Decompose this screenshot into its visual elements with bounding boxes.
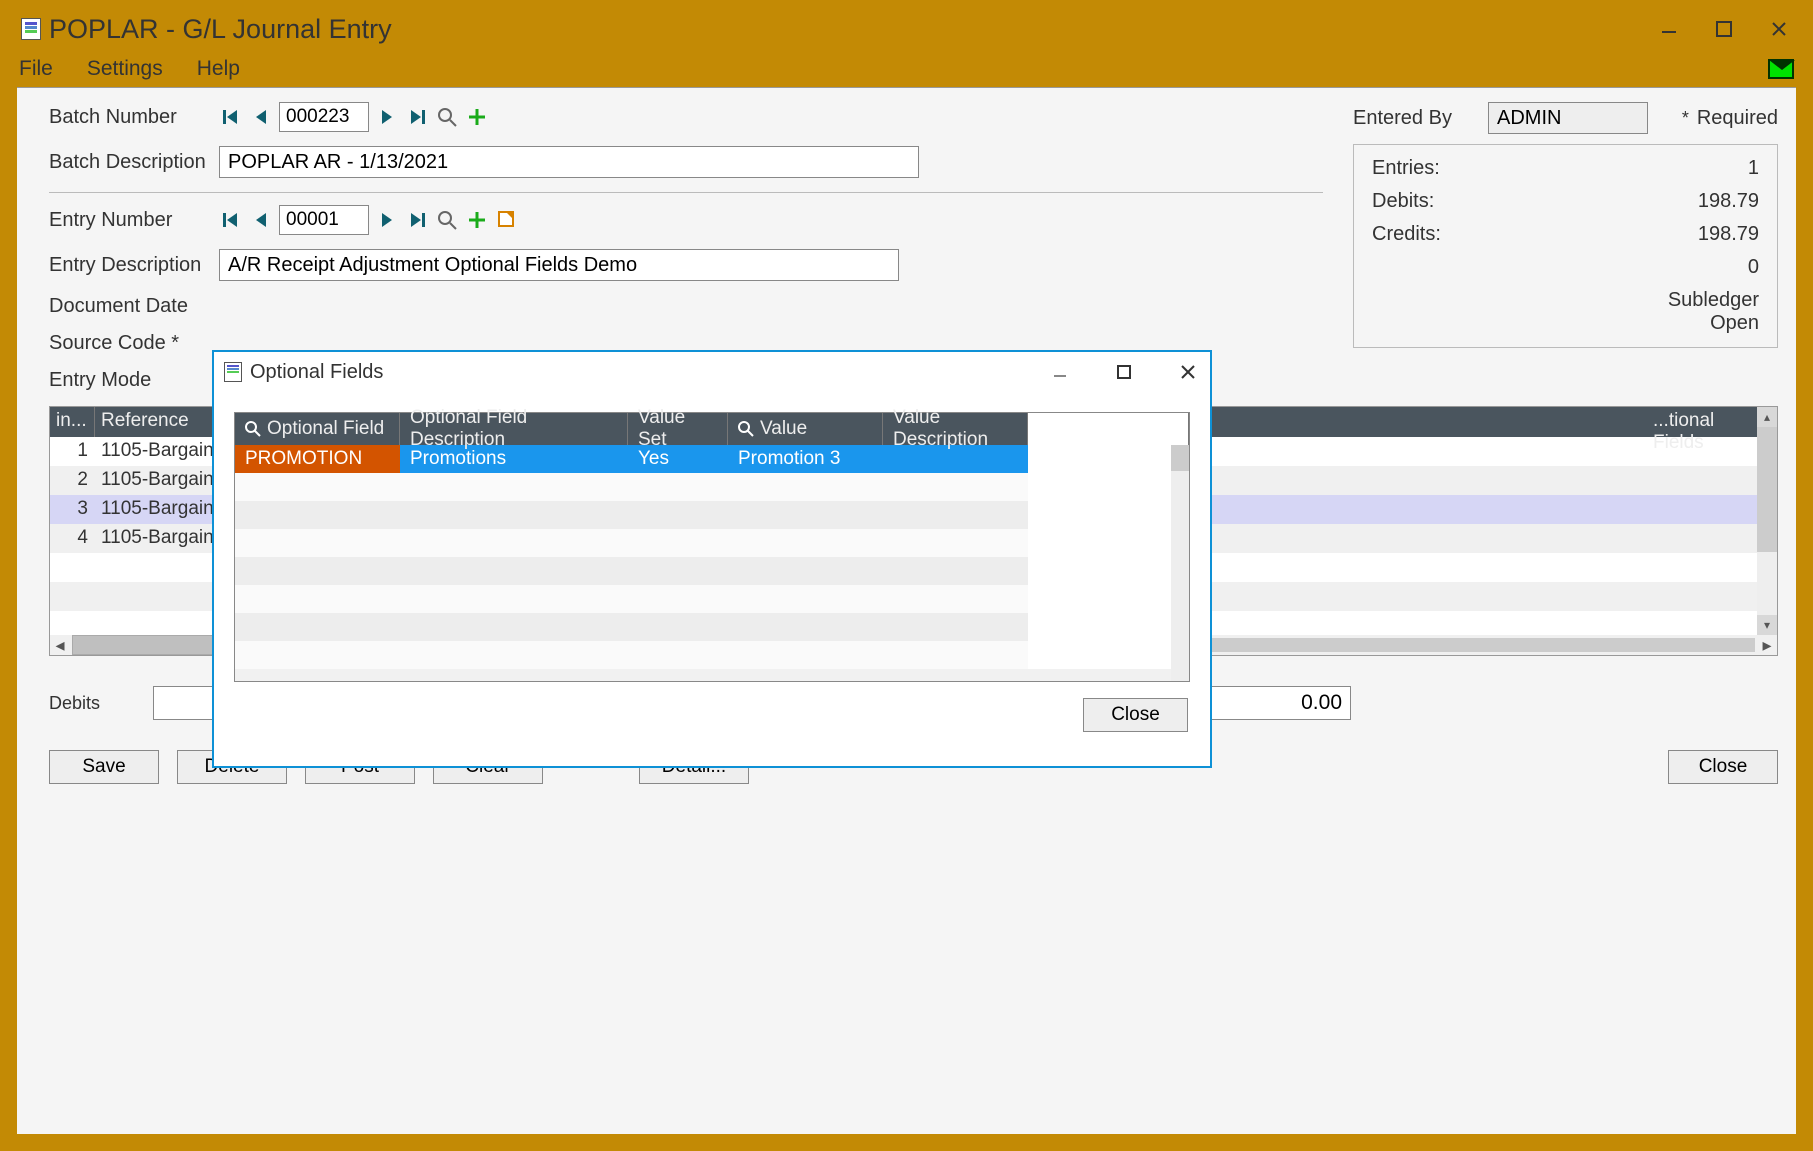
source-code-label: Source Code * [49,332,219,355]
dialog-vertical-scrollbar[interactable] [1171,445,1189,681]
prev-record-icon[interactable] [249,105,273,129]
first-entry-icon[interactable] [219,208,243,232]
summary-debits-value: 198.79 [1698,190,1759,213]
entry-mode-label: Entry Mode [49,369,219,392]
summary-open-label: Open [1372,312,1759,335]
content-panel: Batch Number Batch Description [17,87,1796,1134]
entry-description-input[interactable] [219,249,899,281]
row-index: 1 [50,437,95,466]
col-optional-field[interactable]: Optional Field [235,413,400,445]
dialog-close-x-button[interactable] [1176,360,1200,384]
summary-entries-value: 1 [1748,157,1759,180]
batch-description-input[interactable] [219,146,919,178]
document-date-label: Document Date [49,295,219,318]
row-index: 2 [50,466,95,495]
menu-help[interactable]: Help [197,57,240,81]
zoom-icon[interactable] [495,208,519,232]
totals-debits-label: Debits [49,693,139,714]
next-record-icon[interactable] [375,105,399,129]
batch-description-label: Batch Description [49,151,219,174]
menu-file[interactable]: File [19,57,53,81]
first-record-icon[interactable] [219,105,243,129]
scroll-up-icon[interactable]: ▴ [1757,407,1777,427]
cell-value-desc [883,445,1028,473]
mail-icon[interactable] [1768,59,1794,79]
search-icon[interactable] [245,421,261,437]
entered-by-label: Entered By [1353,107,1488,130]
scroll-thumb[interactable] [1757,427,1777,552]
optional-field-row[interactable]: PROMOTION Promotions Yes Promotion 3 [235,445,1189,473]
dialog-maximize-button[interactable] [1112,360,1136,384]
new-entry-icon[interactable] [465,208,489,232]
col-value[interactable]: Value [728,413,883,445]
optional-field-row[interactable] [235,501,1189,529]
save-button[interactable]: Save [49,750,159,784]
search-icon[interactable] [738,421,754,437]
entered-by-input [1488,102,1648,134]
next-entry-icon[interactable] [375,208,399,232]
dialog-minimize-button[interactable] [1048,360,1072,384]
entry-number-label: Entry Number [49,209,219,232]
minimize-button[interactable] [1641,7,1696,51]
scroll-thumb[interactable] [1171,445,1189,471]
col-value-set[interactable]: Value Set [628,413,728,445]
scroll-left-icon[interactable]: ◂ [50,635,70,656]
maximize-button[interactable] [1696,7,1751,51]
cell-optional-field-desc: Promotions [400,445,628,473]
summary-outstanding-value: 0 [1748,256,1759,279]
close-button[interactable]: Close [1668,750,1778,784]
dialog-title: Optional Fields [250,361,383,384]
last-record-icon[interactable] [405,105,429,129]
col-blank [1028,413,1189,445]
row-index: 4 [50,524,95,553]
menu-settings[interactable]: Settings [87,57,163,81]
window-title: POPLAR - G/L Journal Entry [49,14,392,45]
cell-blank [1028,445,1189,473]
batch-number-label: Batch Number [49,106,219,129]
batch-number-input[interactable] [279,102,369,132]
summary-entries-label: Entries: [1372,157,1440,180]
cell-optional-field: PROMOTION [235,445,400,473]
titlebar: POPLAR - G/L Journal Entry [7,7,1806,51]
window-close-button[interactable] [1751,7,1806,51]
summary-debits-label: Debits: [1372,190,1434,213]
optional-field-row[interactable] [235,473,1189,501]
summary-panel: Entries: 1 Debits: 198.79 Credits: 198.79 0… [1353,144,1778,348]
cell-value: Promotion 3 [728,445,883,473]
summary-credits-label: Credits: [1372,223,1441,246]
optional-fields-dialog: Optional Fields Optional Field Optional … [212,350,1212,768]
col-optional-field-desc[interactable]: Optional Field Description [400,413,628,445]
dialog-close-button[interactable]: Close [1083,698,1188,732]
optional-field-row[interactable] [235,641,1189,669]
separator [49,192,1323,193]
last-entry-icon[interactable] [405,208,429,232]
summary-credits-value: 198.79 [1698,223,1759,246]
optional-field-row[interactable] [235,613,1189,641]
dialog-icon [224,362,242,382]
vertical-scrollbar[interactable]: ▴ ▾ [1757,407,1777,635]
scroll-down-icon[interactable]: ▾ [1757,615,1777,635]
new-batch-icon[interactable] [465,105,489,129]
cell-value-set: Yes [628,445,728,473]
menubar: File Settings Help [7,51,1806,87]
entry-description-label: Entry Description [49,254,219,277]
required-indicator: Required [1682,107,1778,130]
summary-subledger-label: Subledger [1372,289,1759,312]
scroll-right-icon[interactable]: ▸ [1757,635,1777,656]
app-icon [21,18,41,40]
optional-field-row[interactable] [235,557,1189,585]
col-index[interactable]: in... [50,407,95,437]
col-value-desc[interactable]: Value Description [883,413,1028,445]
optional-fields-grid[interactable]: Optional Field Optional Field Descriptio… [234,412,1190,682]
search-icon[interactable] [435,105,459,129]
optional-field-row[interactable] [235,585,1189,613]
prev-entry-icon[interactable] [249,208,273,232]
entry-number-input[interactable] [279,205,369,235]
entry-search-icon[interactable] [435,208,459,232]
optional-field-row[interactable] [235,529,1189,557]
row-index: 3 [50,495,95,524]
